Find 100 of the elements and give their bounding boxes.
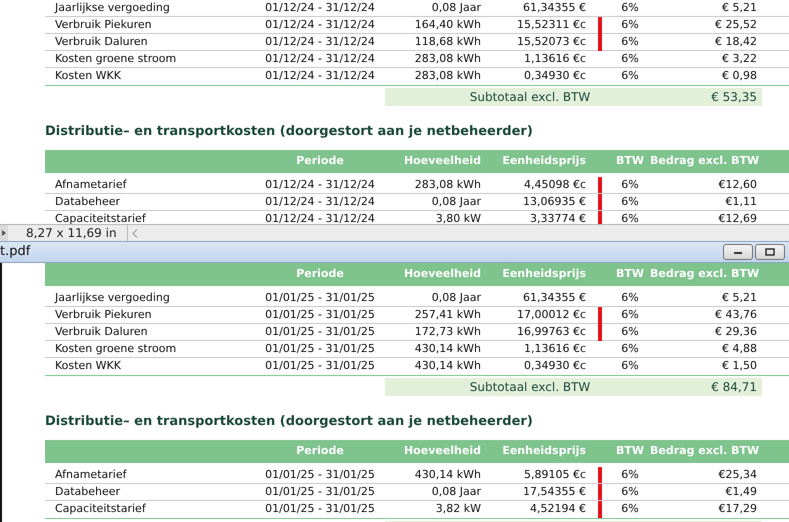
subtotal-label: Subtotaal excl. BTW [468, 379, 592, 396]
subtotal-label: Subtotaal excl. BTW [468, 89, 592, 106]
minimize-icon [734, 250, 742, 254]
column-header: BTW [614, 266, 646, 282]
table-cell-text: Databeheer [54, 194, 122, 210]
table-cell-text: 01/12/24 - 31/12/24 [264, 34, 376, 50]
table-cell-text: 6% [620, 176, 640, 192]
subtotal-amount: € 53,35 [710, 89, 758, 106]
table-cell-text: 01/12/24 - 31/12/24 [264, 194, 376, 210]
table-cell-text: 3,33774 € [529, 210, 587, 224]
table-cell-text: 0,08 Jaar [430, 484, 482, 500]
table-cell-text: 01/12/24 - 31/12/24 [264, 0, 376, 16]
table-cell-text: 430,14 kWh [414, 358, 482, 374]
table-cell-text: 01/12/24 - 31/12/24 [264, 176, 376, 192]
table-cell-text: € 0,98 [721, 68, 758, 84]
column-header: Hoeveelheid [402, 442, 482, 459]
table-cell-text: 6% [620, 0, 640, 16]
column-header: Eenheidsprijs [501, 152, 587, 169]
table-cell-text: 6% [620, 194, 640, 210]
table-cell-text: 3,82 kW [434, 500, 482, 517]
table-cell-text: 4,52194 € [529, 500, 587, 517]
table-cell-text: 01/01/25 - 31/01/25 [264, 484, 376, 500]
restore-button[interactable] [755, 244, 785, 260]
column-header: Bedrag excl. BTW [650, 266, 760, 282]
column-header: BTW [614, 442, 646, 459]
table-cell-text: Kosten groene stroom [54, 341, 178, 357]
table-cell-text: 6% [620, 341, 640, 357]
table-cell-text: 4,45098 €c [522, 176, 587, 192]
table-cell-text: Verbruik Piekuren [54, 17, 153, 33]
table-cell-text: 6% [620, 51, 640, 67]
table-cell-text: 6% [620, 210, 640, 224]
table-cell-text: 6% [620, 34, 640, 50]
table-cell-text: € 5,21 [721, 0, 758, 16]
table-cell-text: 257,41 kWh [414, 307, 482, 323]
table-cell-text: €1,49 [724, 484, 758, 500]
table-cell-text: 6% [620, 358, 640, 374]
column-header: Eenheidsprijs [501, 442, 587, 459]
table-cell-text: 17,00012 €c [516, 307, 587, 323]
table-cell-text: Databeheer [54, 484, 122, 500]
table-cell-text: 0,34930 €c [522, 358, 587, 374]
table-cell-text: 01/01/25 - 31/01/25 [264, 324, 376, 340]
table-cell-text: €1,11 [724, 194, 758, 210]
column-header: Hoeveelheid [402, 152, 482, 169]
table-cell-text: 15,52073 €c [516, 34, 587, 50]
table-cell-text: Afnametarief [54, 176, 128, 192]
table-cell-text: € 3,22 [721, 51, 758, 67]
table-cell-text: 3,80 kW [434, 210, 482, 224]
table-cell-text: 01/01/25 - 31/01/25 [264, 358, 376, 374]
table-cell-text: Verbruik Daluren [54, 324, 149, 340]
column-header: Bedrag excl. BTW [650, 442, 760, 459]
table-cell-text: € 29,36 [714, 324, 758, 340]
table-cell-text: 6% [620, 500, 640, 517]
column-header: Periode [295, 152, 345, 169]
table-cell-text: 01/01/25 - 31/01/25 [264, 341, 376, 357]
restore-icon [765, 248, 775, 256]
table-cell-text: € 1,50 [721, 358, 758, 374]
table-cell-text: 118,68 kWh [414, 34, 482, 50]
column-header: Bedrag excl. BTW [650, 152, 760, 169]
table-cell-text: 164,40 kWh [414, 17, 482, 33]
subtotal-amount: € 84,71 [710, 379, 758, 396]
table-cell-text: 0,08 Jaar [430, 194, 482, 210]
section-heading: Distributie– en transportkosten (doorgestort aan je netbeheerder) [45, 123, 534, 141]
table-cell-text: Capaciteitstarief [54, 210, 147, 224]
table-cell-text: 0,08 Jaar [430, 0, 482, 16]
table-cell-text: 01/01/25 - 31/01/25 [264, 466, 376, 482]
table-cell-text: € 5,21 [721, 290, 758, 306]
table-cell-text: 0,08 Jaar [430, 290, 482, 306]
table-cell-text: 01/01/25 - 31/01/25 [264, 307, 376, 323]
table-cell-text: €25,34 [718, 466, 758, 482]
table-cell-text: 172,73 kWh [414, 324, 482, 340]
table-cell-text: 6% [620, 290, 640, 306]
table-cell-text: 6% [620, 17, 640, 33]
table-cell-text: 6% [620, 307, 640, 323]
table-cell-text: Verbruik Piekuren [54, 307, 153, 323]
table-cell-text: 1,13616 €c [522, 51, 587, 67]
table-cell-text: Capaciteitstarief [54, 500, 147, 517]
section-heading: Distributie– en transportkosten (doorgestort aan je netbeheerder) [45, 413, 534, 431]
table-cell-text: Kosten WKK [54, 358, 122, 374]
table-cell-text: 01/01/25 - 31/01/25 [264, 500, 376, 517]
table-cell-text: 283,08 kWh [414, 68, 482, 84]
table-cell-text: € 4,88 [721, 341, 758, 357]
table-cell-text: Afnametarief [54, 466, 128, 482]
table-cell-text: 6% [620, 466, 640, 482]
table-cell-text: 01/12/24 - 31/12/24 [264, 210, 376, 224]
table-cell-text: Verbruik Daluren [54, 34, 149, 50]
window-title: t.pdf [0, 243, 30, 262]
table-cell-text: 13,06935 € [522, 194, 587, 210]
table-cell-text: Kosten groene stroom [54, 51, 178, 67]
table-cell-text: 61,34355 € [522, 0, 587, 16]
table-cell-text: 01/01/25 - 31/01/25 [264, 290, 376, 306]
table-cell-text: 01/12/24 - 31/12/24 [264, 17, 376, 33]
column-header: Eenheidsprijs [501, 266, 587, 282]
column-header: Periode [295, 266, 345, 282]
table-cell-text: 283,08 kWh [414, 51, 482, 67]
table-cell-text: 01/12/24 - 31/12/24 [264, 51, 376, 67]
minimize-button[interactable] [723, 244, 753, 260]
table-cell-text: 283,08 kWh [414, 176, 482, 192]
table-cell-text: Jaarlijkse vergoeding [54, 0, 171, 16]
table-cell-text: 5,89105 €c [522, 466, 587, 482]
table-cell-text: € 43,76 [714, 307, 758, 323]
